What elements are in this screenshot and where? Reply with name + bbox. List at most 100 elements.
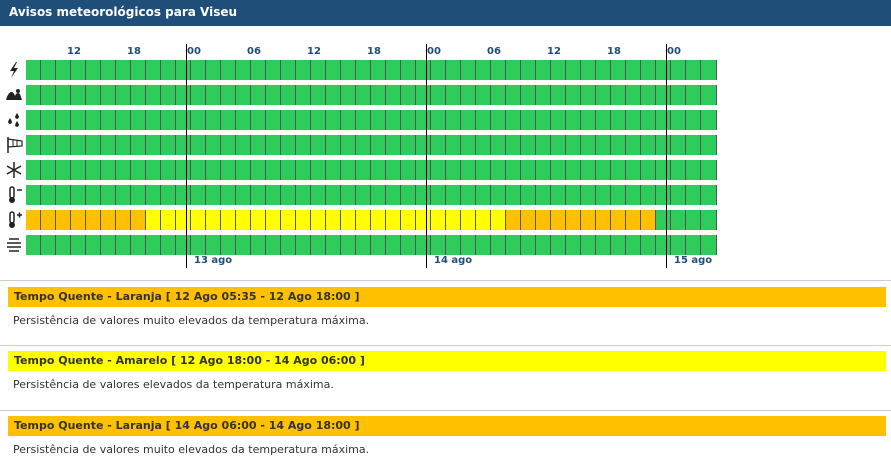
timeline-cell xyxy=(671,135,686,155)
timeline-cell xyxy=(221,210,236,230)
timeline-cell xyxy=(146,160,161,180)
timeline-cell xyxy=(521,85,536,105)
timeline-cell xyxy=(311,60,326,80)
timeline-cell xyxy=(521,210,536,230)
timeline-cell xyxy=(26,135,41,155)
timeline-cell xyxy=(371,235,386,255)
separator xyxy=(0,280,891,281)
timeline-cell xyxy=(221,185,236,205)
timeline-cell xyxy=(71,110,86,130)
timeline-cell xyxy=(431,110,446,130)
thermometer-hot-icon xyxy=(9,211,22,228)
timeline-cell xyxy=(116,60,131,80)
day-label: 13 ago xyxy=(194,255,233,266)
timeline-cell xyxy=(86,110,101,130)
timeline-cell xyxy=(506,135,521,155)
timeline-cell xyxy=(536,185,551,205)
timeline-cell xyxy=(521,160,536,180)
lightning-icon xyxy=(10,62,18,78)
hour-label: 12 xyxy=(67,46,81,57)
timeline-cell xyxy=(386,110,401,130)
timeline-cell xyxy=(386,135,401,155)
timeline-cell xyxy=(581,60,596,80)
timeline-cell xyxy=(506,210,521,230)
timeline-row-lightning xyxy=(26,60,717,80)
hour-label: 06 xyxy=(247,46,261,57)
timeline-cell xyxy=(611,85,626,105)
timeline-cell xyxy=(641,85,656,105)
timeline-cell xyxy=(86,185,101,205)
timeline-cell xyxy=(176,60,191,80)
timeline-cell xyxy=(356,110,371,130)
timeline-cell xyxy=(206,235,221,255)
timeline-cell xyxy=(281,210,296,230)
timeline-cell xyxy=(56,185,71,205)
timeline-cell xyxy=(146,110,161,130)
timeline-cell xyxy=(596,135,611,155)
timeline-cell xyxy=(56,110,71,130)
timeline-cell xyxy=(551,160,566,180)
timeline-cell xyxy=(626,185,641,205)
timeline-cell xyxy=(701,60,717,80)
timeline-cell xyxy=(431,60,446,80)
timeline-cell xyxy=(221,110,236,130)
timeline-cell xyxy=(506,110,521,130)
timeline-cell xyxy=(371,210,386,230)
timeline-cell xyxy=(251,135,266,155)
hour-label: 12 xyxy=(307,46,321,57)
timeline-cell xyxy=(611,185,626,205)
timeline-cell xyxy=(521,235,536,255)
timeline-cell xyxy=(161,235,176,255)
day-divider xyxy=(426,44,427,268)
separator xyxy=(0,410,891,411)
timeline-cell xyxy=(581,160,596,180)
timeline-cell xyxy=(476,135,491,155)
timeline-cell xyxy=(281,160,296,180)
timeline-cell xyxy=(461,235,476,255)
timeline-cell xyxy=(41,185,56,205)
timeline-cell xyxy=(341,85,356,105)
timeline-cell xyxy=(641,235,656,255)
timeline-cell xyxy=(251,185,266,205)
timeline-cell xyxy=(551,135,566,155)
timeline-cell xyxy=(266,185,281,205)
timeline-cell xyxy=(416,85,431,105)
timeline-cell xyxy=(566,160,581,180)
timeline-cell xyxy=(251,160,266,180)
timeline-cell xyxy=(266,135,281,155)
timeline-cell xyxy=(371,160,386,180)
timeline-cell xyxy=(131,160,146,180)
timeline-cell xyxy=(581,110,596,130)
timeline-cell xyxy=(461,185,476,205)
timeline-cell xyxy=(326,85,341,105)
timeline-cell xyxy=(581,235,596,255)
timeline-cell xyxy=(281,235,296,255)
timeline-cell xyxy=(521,135,536,155)
timeline-cell xyxy=(176,185,191,205)
timeline-cell xyxy=(521,110,536,130)
timeline-cell xyxy=(686,85,701,105)
timeline-cell xyxy=(491,160,506,180)
timeline-cell xyxy=(476,60,491,80)
timeline-cell xyxy=(311,110,326,130)
timeline-cell xyxy=(401,110,416,130)
hour-label: 12 xyxy=(547,46,561,57)
timeline-cell xyxy=(371,135,386,155)
timeline-cell xyxy=(101,60,116,80)
timeline-cell xyxy=(341,210,356,230)
timeline-cell xyxy=(581,85,596,105)
timeline-cell xyxy=(581,185,596,205)
timeline-cell xyxy=(431,235,446,255)
timeline-cell xyxy=(296,85,311,105)
timeline-cell xyxy=(161,110,176,130)
timeline-cell xyxy=(86,235,101,255)
timeline-cell xyxy=(371,85,386,105)
timeline-cell xyxy=(686,235,701,255)
timeline-cell xyxy=(551,185,566,205)
timeline-cell xyxy=(221,60,236,80)
timeline-cell xyxy=(176,85,191,105)
timeline-cell xyxy=(416,110,431,130)
timeline-cell xyxy=(701,160,717,180)
day-divider xyxy=(186,44,187,268)
timeline-cell xyxy=(446,85,461,105)
